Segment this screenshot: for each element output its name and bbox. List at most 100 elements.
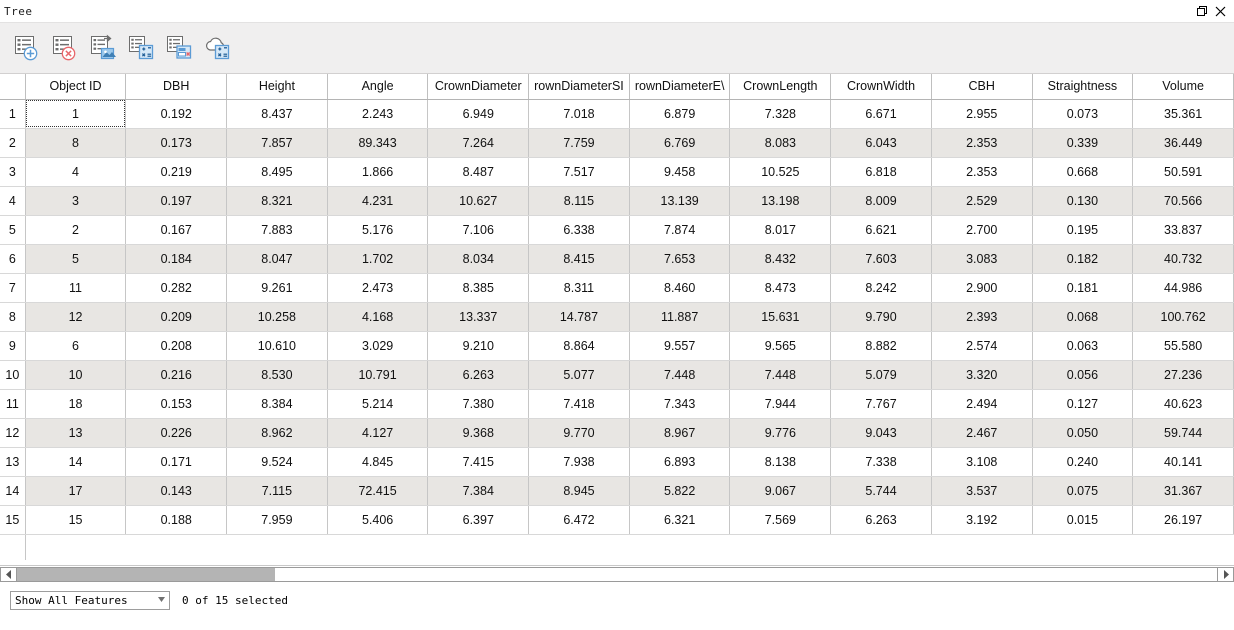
table-cell[interactable]: 8.487 [427,157,530,187]
table-cell[interactable]: 0.240 [1032,447,1134,477]
table-cell[interactable]: 7.384 [427,476,530,506]
column-header[interactable]: CrownWidth [830,74,932,100]
table-cell[interactable]: 7.328 [729,99,832,129]
table-cell[interactable]: 6.397 [427,505,530,535]
table-cell[interactable]: 8.967 [629,418,731,448]
scrollbar-thumb[interactable] [17,568,275,581]
table-cell[interactable]: 11 [25,273,127,303]
table-cell[interactable]: 0.226 [125,418,228,448]
table-cell[interactable]: 4.127 [327,418,429,448]
table-cell[interactable]: 3.083 [931,244,1033,274]
delete-field-button[interactable] [162,31,196,65]
table-cell[interactable]: 17 [25,476,127,506]
table-cell[interactable]: 55.580 [1132,331,1234,361]
table-cell[interactable]: 2.900 [931,273,1033,303]
row-number-cell[interactable]: 10 [0,360,26,390]
table-cell[interactable]: 0.171 [125,447,228,477]
table-cell[interactable]: 7.883 [226,215,328,245]
table-cell[interactable]: 2.393 [931,302,1033,332]
table-cell[interactable]: 7.944 [729,389,832,419]
table-cell[interactable]: 7.380 [427,389,530,419]
table-cell[interactable]: 7.264 [427,128,530,158]
table-cell[interactable]: 8.432 [729,244,832,274]
table-cell[interactable]: 13.139 [629,186,731,216]
table-cell[interactable]: 1.702 [327,244,429,274]
table-cell[interactable]: 7.938 [528,447,630,477]
table-cell[interactable]: 0.167 [125,215,228,245]
table-cell[interactable]: 6.263 [830,505,932,535]
table-cell[interactable]: 6.818 [830,157,932,187]
table-cell[interactable]: 6 [25,331,127,361]
table-cell[interactable]: 10.525 [729,157,832,187]
column-header[interactable]: Angle [327,74,429,100]
table-row[interactable]: 4 3 0.197 8.321 4.231 10.627 8.115 13.139 13.198… [0,186,1234,216]
table-cell[interactable]: 0.668 [1032,157,1134,187]
row-number-cell[interactable]: 3 [0,157,26,187]
row-number-cell[interactable]: 13 [0,447,26,477]
table-cell[interactable]: 7.959 [226,505,328,535]
table-cell[interactable]: 5.079 [830,360,932,390]
table-cell[interactable]: 8.034 [427,244,530,274]
table-cell[interactable]: 3.320 [931,360,1033,390]
table-cell[interactable]: 0.182 [1032,244,1134,274]
column-header[interactable]: Straightness [1032,74,1134,100]
table-row[interactable]: 1 1 0.192 8.437 2.243 6.949 7.018 6.879 7.328 6.6… [0,99,1234,129]
table-cell[interactable]: 27.236 [1132,360,1234,390]
table-cell[interactable]: 8.047 [226,244,328,274]
table-cell[interactable]: 0.015 [1032,505,1134,535]
table-cell[interactable]: 0.130 [1032,186,1134,216]
table-row[interactable]: 10 10 0.216 8.530 10.791 6.263 5.077 7.448 7.448… [0,360,1234,390]
table-cell[interactable]: 10.791 [327,360,429,390]
table-cell[interactable]: 2.243 [327,99,429,129]
table-cell[interactable]: 2.700 [931,215,1033,245]
table-cell[interactable]: 9.790 [830,302,932,332]
column-header[interactable]: Volume [1132,74,1234,100]
table-cell[interactable]: 7.517 [528,157,630,187]
table-cell[interactable]: 3.108 [931,447,1033,477]
table-cell[interactable]: 8.882 [830,331,932,361]
table-cell[interactable]: 10 [25,360,127,390]
table-cell[interactable]: 7.874 [629,215,731,245]
add-field-button[interactable] [124,31,158,65]
table-cell[interactable]: 7.115 [226,476,328,506]
table-cell[interactable]: 13.337 [427,302,530,332]
attribute-table-container[interactable]: Object ID DBH Height Angle CrownDiameter rown… [0,74,1234,566]
table-cell[interactable]: 9.565 [729,331,832,361]
feature-filter-dropdown[interactable]: Show All Features [10,590,170,610]
table-cell[interactable]: 40.141 [1132,447,1234,477]
table-cell[interactable]: 4.231 [327,186,429,216]
table-cell[interactable]: 5 [25,244,127,274]
table-cell[interactable]: 8.945 [528,476,630,506]
table-cell[interactable]: 2.467 [931,418,1033,448]
table-cell[interactable]: 7.759 [528,128,630,158]
column-header[interactable]: rownDiameterSI [528,74,630,100]
table-cell[interactable]: 6.338 [528,215,630,245]
row-number-cell[interactable]: 8 [0,302,26,332]
row-number-cell[interactable]: 6 [0,244,26,274]
table-cell[interactable]: 0.056 [1032,360,1134,390]
table-cell[interactable]: 2.529 [931,186,1033,216]
table-cell[interactable]: 6.671 [830,99,932,129]
table-cell[interactable]: 14 [25,447,127,477]
table-cell[interactable]: 8.460 [629,273,731,303]
row-number-cell[interactable]: 5 [0,215,26,245]
table-row[interactable]: 8 12 0.209 10.258 4.168 13.337 14.787 11.887 15.… [0,302,1234,332]
table-cell[interactable]: 8.437 [226,99,328,129]
column-header[interactable]: CrownDiameter [427,74,530,100]
table-cell[interactable]: 0.068 [1032,302,1134,332]
scroll-left-icon[interactable] [0,567,17,582]
table-cell[interactable]: 7.418 [528,389,630,419]
table-cell[interactable]: 40.623 [1132,389,1234,419]
table-cell[interactable]: 26.197 [1132,505,1234,535]
delete-record-button[interactable] [48,31,82,65]
table-cell[interactable]: 6.621 [830,215,932,245]
table-cell[interactable]: 50.591 [1132,157,1234,187]
table-cell[interactable]: 8.864 [528,331,630,361]
table-cell[interactable]: 0.173 [125,128,228,158]
table-cell[interactable]: 3.029 [327,331,429,361]
table-cell[interactable]: 8.473 [729,273,832,303]
table-cell[interactable]: 7.343 [629,389,731,419]
table-cell[interactable]: 6.321 [629,505,731,535]
table-cell[interactable]: 0.339 [1032,128,1134,158]
table-cell[interactable]: 7.448 [629,360,731,390]
